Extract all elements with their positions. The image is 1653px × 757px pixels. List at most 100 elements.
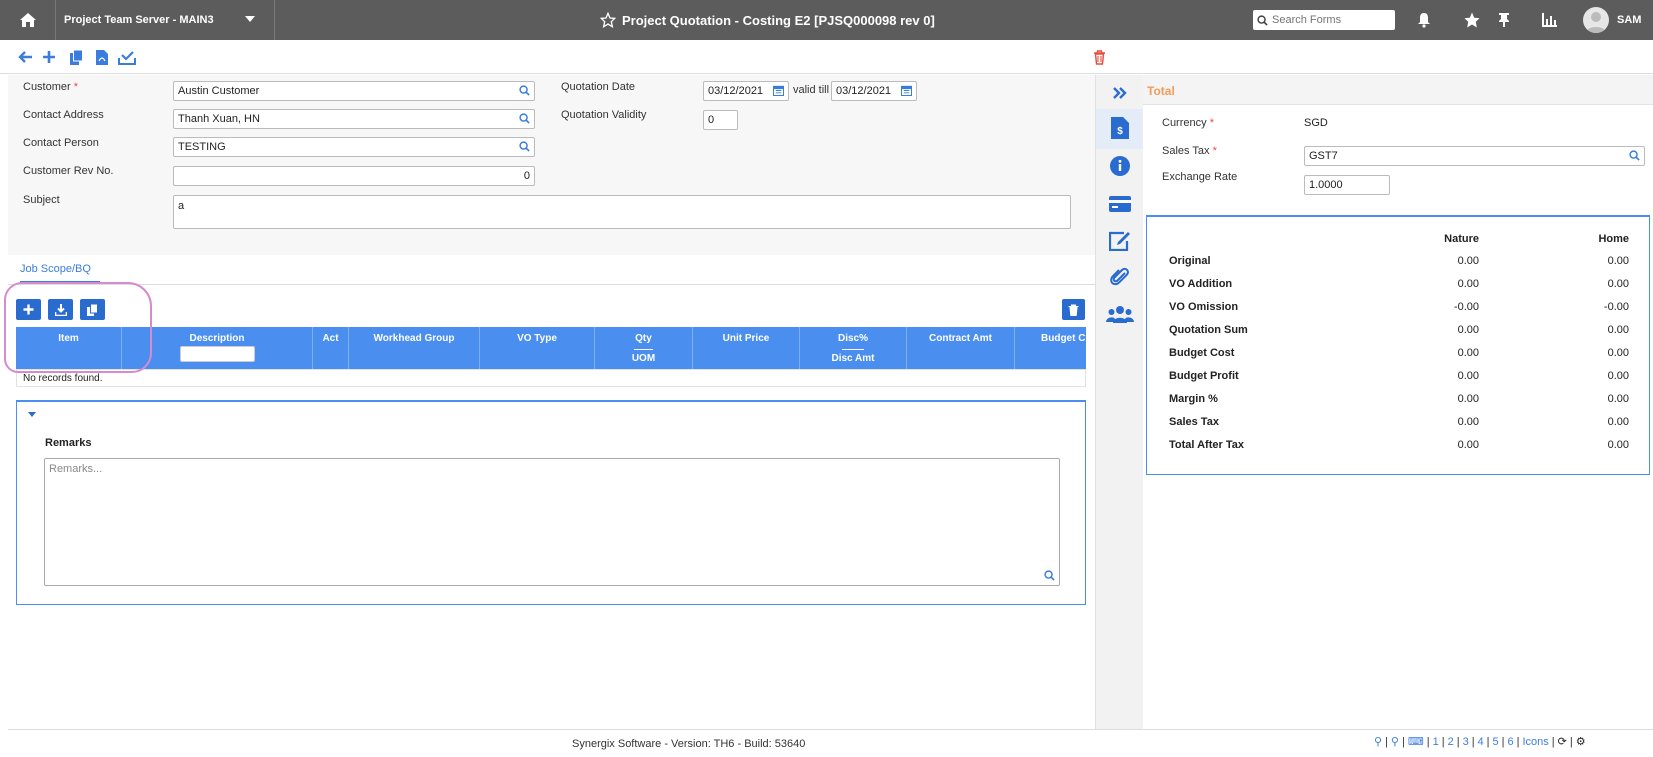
exchange-rate-field[interactable]: 1.0000 bbox=[1304, 175, 1390, 195]
star-outline-icon[interactable] bbox=[600, 12, 616, 28]
side-nav-total[interactable]: $ bbox=[1108, 116, 1132, 140]
back-button[interactable] bbox=[16, 48, 34, 66]
contact-person-value: TESTING bbox=[178, 141, 226, 153]
side-nav-edit[interactable] bbox=[1108, 229, 1132, 253]
settings-icon[interactable]: ⚙ bbox=[1576, 735, 1586, 748]
page-link-4[interactable]: 4 bbox=[1478, 736, 1484, 748]
calendar-icon[interactable] bbox=[901, 85, 912, 96]
page-link-5[interactable]: 5 bbox=[1493, 736, 1499, 748]
import-button[interactable] bbox=[48, 299, 73, 320]
quotation-date-value: 03/12/2021 bbox=[708, 85, 764, 97]
page-link-2[interactable]: 2 bbox=[1448, 736, 1454, 748]
column-header-description[interactable]: Description bbox=[122, 327, 313, 369]
copy-rows-button[interactable] bbox=[80, 299, 105, 320]
column-header-disc-amt[interactable]: Disc Amt bbox=[800, 353, 906, 364]
quotation-validity-value: 0 bbox=[708, 114, 715, 126]
column-header-uom[interactable]: UOM bbox=[595, 353, 692, 364]
search-forms-input[interactable] bbox=[1272, 14, 1390, 26]
column-header-item[interactable]: Item bbox=[16, 327, 122, 369]
sales-tax-field[interactable]: GST7 bbox=[1304, 146, 1645, 166]
valid-till-value: 03/12/2021 bbox=[836, 85, 892, 97]
page-link-3[interactable]: 3 bbox=[1463, 736, 1469, 748]
column-header-disc-percent[interactable]: Disc% Disc Amt bbox=[800, 327, 907, 369]
home-icon bbox=[19, 13, 36, 27]
column-header-unit-price[interactable]: Unit Price bbox=[693, 327, 800, 369]
invoice-dollar-icon: $ bbox=[1111, 117, 1129, 139]
keyboard-icon[interactable]: ⌨ bbox=[1408, 735, 1424, 748]
export-pdf-button[interactable] bbox=[93, 48, 111, 66]
totals-row: Quotation Sum 0.00 0.00 bbox=[1169, 324, 1629, 336]
column-header-act[interactable]: Act bbox=[313, 327, 349, 369]
divider bbox=[274, 0, 275, 40]
totals-row: Budget Cost 0.00 0.00 bbox=[1169, 347, 1629, 359]
customer-field[interactable]: Austin Customer bbox=[173, 81, 535, 101]
download-icon bbox=[54, 303, 67, 316]
customer-rev-label: Customer Rev No. bbox=[23, 165, 114, 177]
delete-rows-button[interactable] bbox=[1062, 299, 1085, 320]
tab-job-scope-bq[interactable]: Job Scope/BQ bbox=[20, 263, 100, 283]
search-icon bbox=[1257, 14, 1268, 26]
column-header-nature: Nature bbox=[1444, 233, 1479, 245]
customer-rev-field[interactable]: 0 bbox=[173, 166, 535, 186]
pin-button[interactable] bbox=[1492, 8, 1516, 32]
search-icon[interactable] bbox=[519, 113, 530, 124]
avatar[interactable] bbox=[1583, 7, 1609, 33]
totals-row: VO Omission -0.00 -0.00 bbox=[1169, 301, 1629, 313]
credit-card-icon bbox=[1109, 196, 1131, 212]
tree-icon[interactable]: ⚲ bbox=[1391, 735, 1399, 748]
server-dropdown-button[interactable] bbox=[245, 14, 255, 26]
total-panel-title: Total bbox=[1147, 84, 1175, 98]
remarks-placeholder: Remarks... bbox=[49, 463, 103, 475]
inbox-check-icon bbox=[118, 50, 136, 65]
pin-icon bbox=[1499, 13, 1509, 27]
icons-link[interactable]: Icons bbox=[1523, 736, 1549, 748]
column-header-vo-type[interactable]: VO Type bbox=[480, 327, 595, 369]
collapse-panel-button[interactable] bbox=[1108, 81, 1132, 105]
home-button[interactable] bbox=[0, 0, 56, 40]
header-divider bbox=[842, 349, 864, 350]
search-icon[interactable] bbox=[1629, 150, 1640, 161]
page-link-1[interactable]: 1 bbox=[1433, 736, 1439, 748]
collapse-caret-icon[interactable] bbox=[28, 412, 36, 418]
search-icon[interactable] bbox=[519, 85, 530, 96]
subject-field[interactable]: a bbox=[173, 195, 1071, 229]
quotation-validity-field[interactable]: 0 bbox=[703, 110, 738, 130]
side-nav-info[interactable] bbox=[1108, 154, 1132, 178]
sitemap-icon[interactable]: ⚲ bbox=[1374, 735, 1382, 748]
page-link-6[interactable]: 6 bbox=[1508, 736, 1514, 748]
exchange-rate-value: 1.0000 bbox=[1309, 179, 1343, 191]
analytics-button[interactable] bbox=[1538, 8, 1562, 32]
refresh-icon[interactable]: ⟳ bbox=[1558, 735, 1567, 748]
notifications-button[interactable] bbox=[1412, 8, 1436, 32]
valid-till-field[interactable]: 03/12/2021 bbox=[831, 81, 917, 101]
contact-person-field[interactable]: TESTING bbox=[173, 137, 535, 157]
totals-row: Sales Tax 0.00 0.00 bbox=[1169, 416, 1629, 428]
add-row-button[interactable] bbox=[16, 299, 41, 320]
side-nav-team[interactable] bbox=[1104, 302, 1136, 326]
side-nav-payment[interactable] bbox=[1108, 192, 1132, 216]
remarks-textarea[interactable]: Remarks... bbox=[44, 458, 1060, 586]
column-header-workhead-group[interactable]: Workhead Group bbox=[349, 327, 480, 369]
search-icon[interactable] bbox=[1044, 570, 1055, 581]
copy-icon bbox=[87, 303, 98, 316]
side-nav-attachments[interactable] bbox=[1108, 265, 1132, 289]
copy-button[interactable] bbox=[67, 48, 85, 66]
add-button[interactable] bbox=[40, 48, 58, 66]
description-filter-input[interactable] bbox=[179, 346, 255, 362]
submit-button[interactable] bbox=[118, 48, 136, 66]
valid-till-label: valid till bbox=[793, 84, 830, 96]
column-header-qty[interactable]: Qty UOM bbox=[595, 327, 693, 369]
paperclip-icon bbox=[1110, 267, 1129, 286]
search-icon[interactable] bbox=[519, 141, 530, 152]
favorites-button[interactable] bbox=[1460, 8, 1484, 32]
search-forms-box[interactable] bbox=[1253, 10, 1395, 30]
total-panel: Total Currency * SGD Sales Tax * GST7 Ex… bbox=[1143, 75, 1653, 729]
calendar-icon[interactable] bbox=[773, 85, 784, 96]
trash-icon bbox=[1093, 49, 1105, 65]
delete-record-button[interactable] bbox=[1090, 48, 1108, 66]
quotation-date-field[interactable]: 03/12/2021 bbox=[703, 81, 789, 101]
user-name: SAM bbox=[1617, 14, 1642, 26]
column-header-budget-cost[interactable]: Budget Co bbox=[1015, 327, 1086, 369]
contact-address-field[interactable]: Thanh Xuan, HN bbox=[173, 109, 535, 129]
column-header-contract-amt[interactable]: Contract Amt bbox=[907, 327, 1015, 369]
